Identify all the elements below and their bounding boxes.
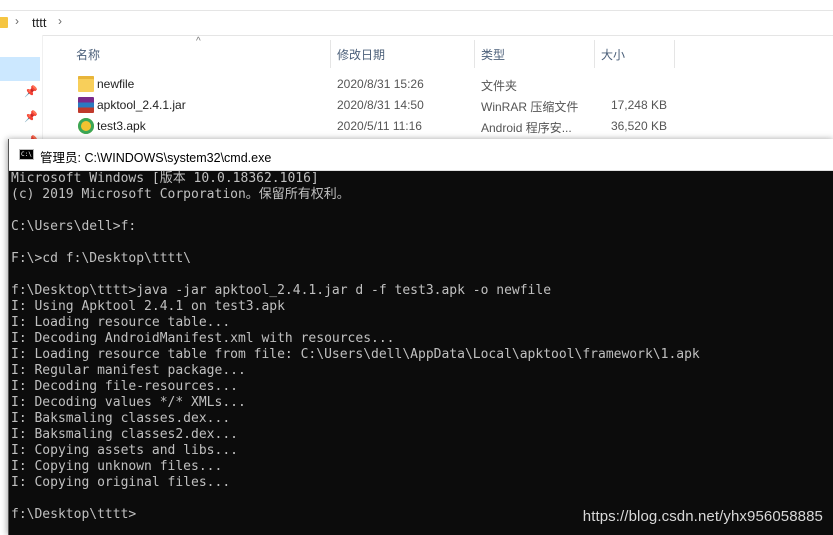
command-prompt-window[interactable]: 管理员: C:\WINDOWS\system32\cmd.exe Microso… bbox=[8, 139, 833, 535]
pane-divider bbox=[42, 35, 43, 145]
column-header-type[interactable]: 类型 bbox=[481, 46, 505, 63]
pin-icon: 📌 bbox=[24, 111, 38, 123]
console-output[interactable]: Microsoft Windows [版本 10.0.18362.1016] (c… bbox=[11, 171, 833, 535]
console-line: I: Decoding values */* XMLs... bbox=[11, 395, 246, 410]
column-header-date[interactable]: 修改日期 bbox=[337, 46, 385, 63]
pin-icon: 📌 bbox=[24, 86, 38, 98]
cmd-titlebar[interactable]: 管理员: C:\WINDOWS\system32\cmd.exe bbox=[9, 139, 833, 171]
column-divider[interactable] bbox=[674, 40, 675, 68]
console-line: I: Regular manifest package... bbox=[11, 363, 246, 378]
chevron-right-icon[interactable]: › bbox=[58, 14, 62, 28]
column-header-size[interactable]: 大小 bbox=[601, 46, 625, 63]
console-line: I: Copying assets and libs... bbox=[11, 443, 238, 458]
file-name: newfile bbox=[97, 77, 135, 91]
file-row[interactable]: apktool_2.4.1.jar 2020/8/31 14:50 WinRAR… bbox=[75, 95, 775, 115]
file-date: 2020/8/31 14:50 bbox=[337, 98, 424, 112]
file-size: 36,520 KB bbox=[610, 119, 667, 133]
file-explorer-window: › tttt › 📌 📌 📌 ^ 名称 修改日期 类型 大小 newfile 2… bbox=[0, 0, 833, 148]
cmd-window-title: 管理员: C:\WINDOWS\system32\cmd.exe bbox=[40, 151, 272, 165]
console-line: I: Copying original files... bbox=[11, 475, 231, 490]
console-line: C:\Users\dell>f: bbox=[11, 219, 137, 234]
column-divider[interactable] bbox=[474, 40, 475, 68]
console-line: F:\>cd f:\Desktop\tttt\ bbox=[11, 251, 192, 266]
folder-icon bbox=[78, 76, 94, 92]
watermark: https://blog.csdn.net/yhx956058885 bbox=[582, 508, 823, 525]
console-line: I: Decoding AndroidManifest.xml with res… bbox=[11, 331, 395, 346]
column-headers: ^ 名称 修改日期 类型 大小 bbox=[60, 36, 833, 68]
file-date: 2020/5/11 11:16 bbox=[337, 119, 422, 133]
console-line: I: Using Apktool 2.4.1 on test3.apk bbox=[11, 299, 285, 314]
console-line: I: Baksmaling classes.dex... bbox=[11, 411, 231, 426]
address-bar[interactable]: › tttt › bbox=[0, 10, 833, 36]
file-type: WinRAR 压缩文件 bbox=[481, 100, 579, 114]
console-line: I: Baksmaling classes2.dex... bbox=[11, 427, 238, 442]
console-line: (c) 2019 Microsoft Corporation。保留所有权利。 bbox=[11, 187, 350, 202]
console-line: I: Copying unknown files... bbox=[11, 459, 223, 474]
file-name: test3.apk bbox=[97, 119, 146, 133]
column-divider[interactable] bbox=[594, 40, 595, 68]
chevron-right-icon[interactable]: › bbox=[15, 14, 19, 28]
console-line: I: Loading resource table from file: C:\… bbox=[11, 347, 700, 362]
winrar-archive-icon bbox=[78, 97, 94, 113]
cmd-app-icon bbox=[19, 149, 34, 160]
console-line: f:\Desktop\tttt>java -jar apktool_2.4.1.… bbox=[11, 283, 552, 298]
sort-ascending-icon: ^ bbox=[196, 36, 201, 47]
console-line: Microsoft Windows [版本 10.0.18362.1016] bbox=[11, 171, 319, 186]
file-row[interactable]: test3.apk 2020/5/11 11:16 Android 程序安...… bbox=[75, 116, 775, 136]
file-size: 17,248 KB bbox=[610, 98, 667, 112]
file-date: 2020/8/31 15:26 bbox=[337, 77, 424, 91]
breadcrumb-item[interactable]: tttt bbox=[32, 15, 46, 30]
folder-icon bbox=[0, 17, 8, 28]
column-divider[interactable] bbox=[330, 40, 331, 68]
file-type: Android 程序安... bbox=[481, 121, 572, 135]
apk-file-icon bbox=[78, 118, 94, 134]
file-name: apktool_2.4.1.jar bbox=[97, 98, 186, 112]
file-type: 文件夹 bbox=[481, 79, 518, 93]
console-line: I: Loading resource table... bbox=[11, 315, 231, 330]
nav-selected-item[interactable] bbox=[0, 57, 40, 81]
navigation-pane: 📌 📌 📌 bbox=[0, 35, 42, 148]
column-header-name[interactable]: 名称 bbox=[76, 46, 100, 63]
console-line: I: Decoding file-resources... bbox=[11, 379, 238, 394]
file-row[interactable]: newfile 2020/8/31 15:26 文件夹 bbox=[75, 74, 775, 94]
